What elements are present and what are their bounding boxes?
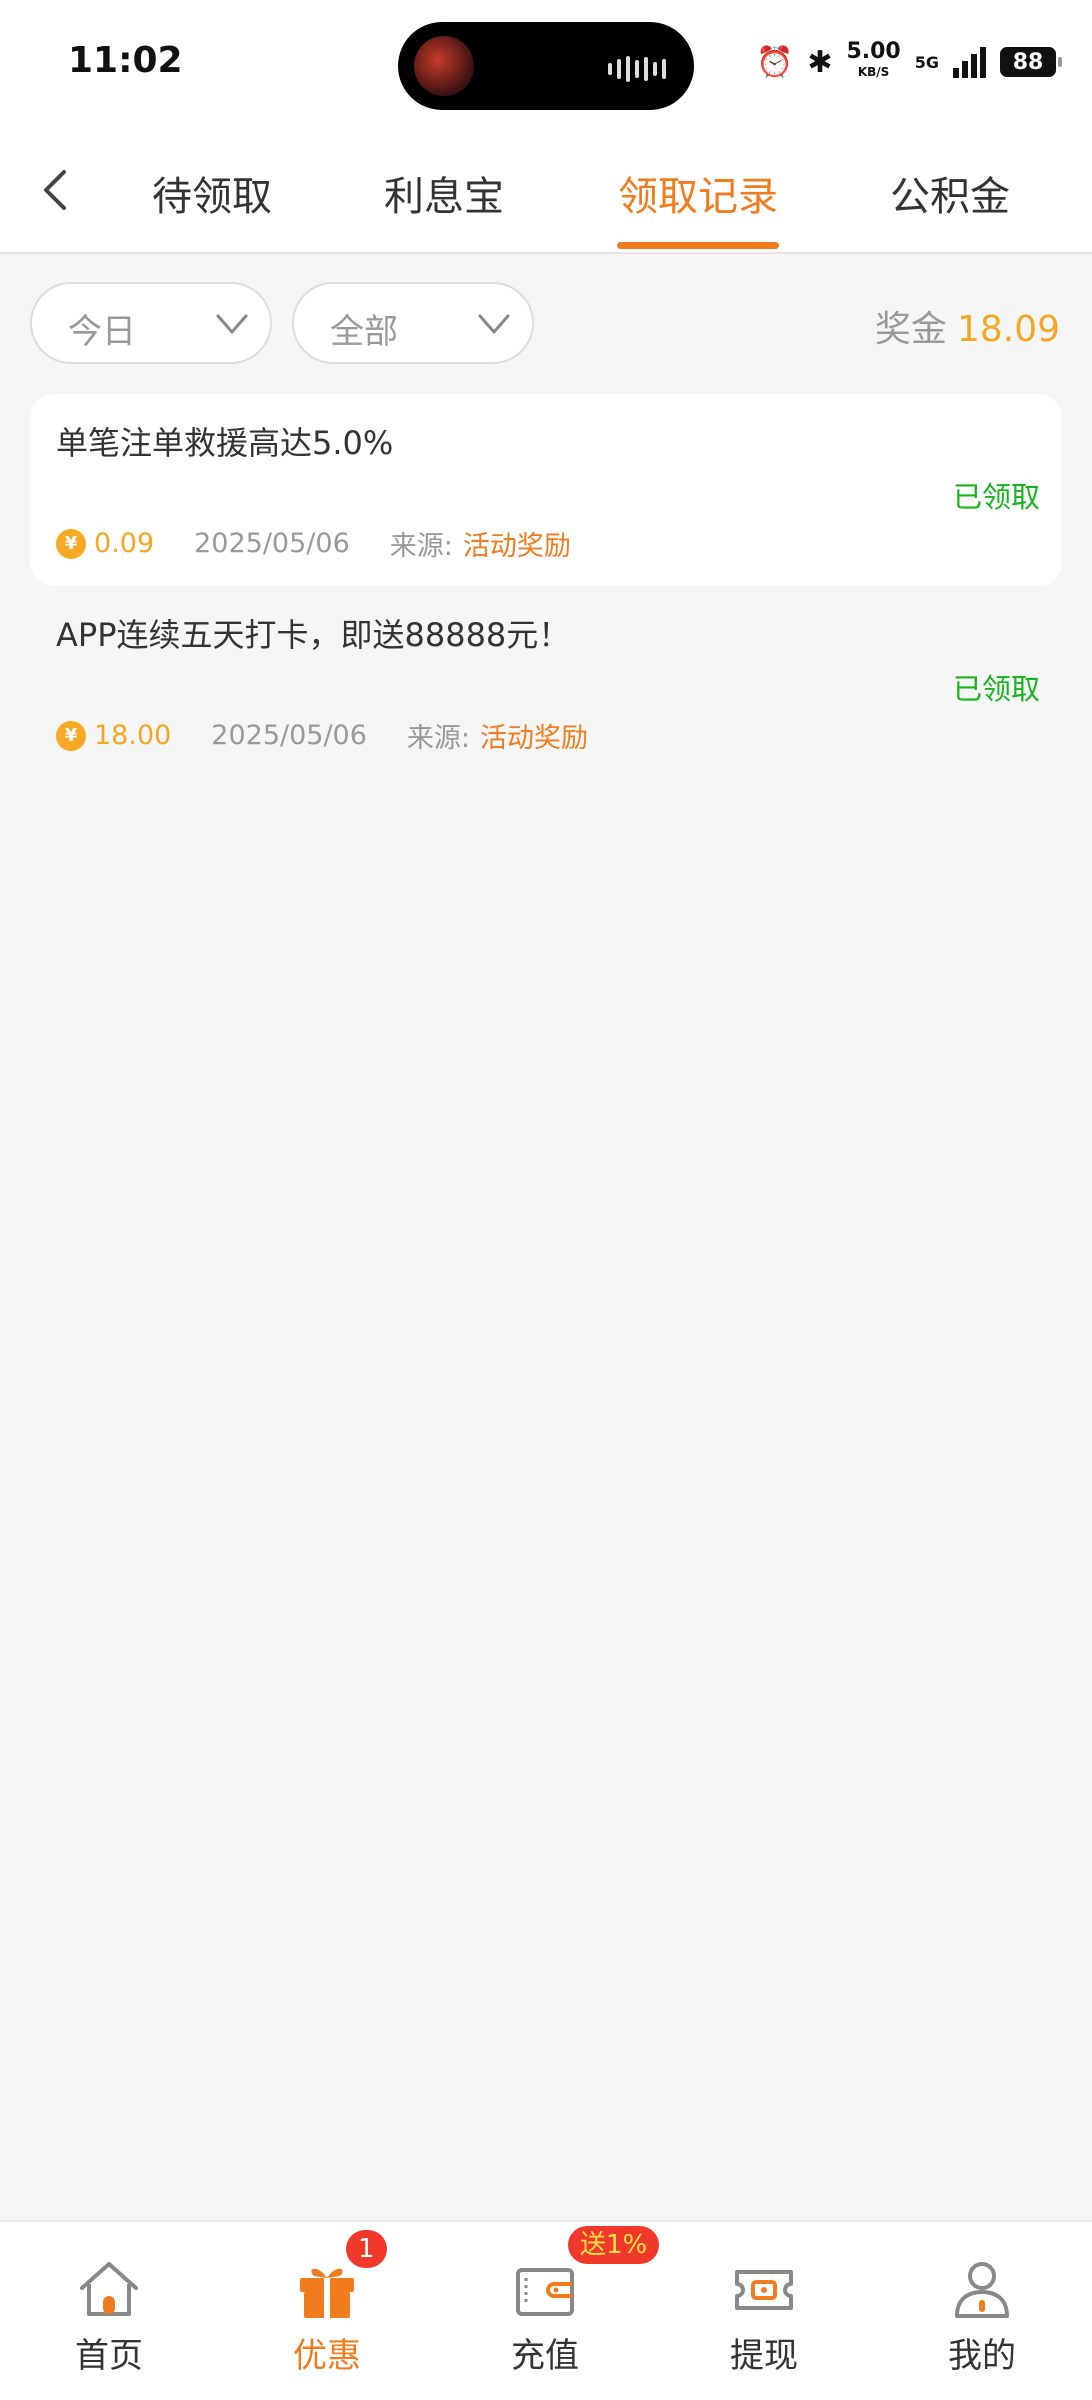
coin-icon: ¥ bbox=[56, 528, 86, 559]
signal-icon bbox=[953, 46, 986, 78]
record-status: 已领取 bbox=[952, 480, 1040, 514]
active-tab-indicator bbox=[617, 242, 779, 249]
audio-wave-icon bbox=[608, 56, 666, 82]
record-meta: ¥ 18.00 2025/05/06 来源: 活动奖励 bbox=[56, 716, 588, 755]
alarm-icon: ⏰ bbox=[755, 44, 794, 80]
record-card[interactable]: 单笔注单救援高达5.0% 已领取 ¥ 0.09 2025/05/06 来源: 活… bbox=[30, 394, 1062, 586]
gift-icon bbox=[300, 2268, 354, 2318]
status-time: 11:02 bbox=[68, 40, 183, 81]
network-type: 5G bbox=[914, 52, 939, 72]
tab-interest[interactable]: 利息宝 bbox=[384, 164, 504, 222]
bonus-value: 18.09 bbox=[956, 309, 1060, 350]
record-amount: 0.09 bbox=[94, 528, 155, 559]
record-source: 活动奖励 bbox=[462, 531, 571, 562]
net-speed: 5.00 KB/S bbox=[846, 39, 901, 80]
record-meta: ¥ 0.09 2025/05/06 来源: 活动奖励 bbox=[56, 524, 571, 563]
tab-pending[interactable]: 待领取 bbox=[152, 164, 272, 222]
profile-icon bbox=[955, 2262, 1009, 2318]
status-bar: 11:02 ⏰ ✱ 5.00 KB/S 5G 88 bbox=[0, 0, 1092, 130]
coin-icon: ¥ bbox=[56, 720, 86, 751]
withdraw-icon bbox=[735, 2270, 793, 2310]
nav-home-label: 首页 bbox=[75, 2336, 143, 2376]
nav-home[interactable]: 首页 bbox=[49, 2254, 169, 2377]
back-arrow-icon[interactable] bbox=[36, 160, 76, 220]
record-status: 已领取 bbox=[952, 672, 1040, 706]
type-filter-value: 全部 bbox=[330, 312, 398, 352]
record-source-label: 来源: bbox=[406, 723, 471, 754]
nav-promotions-label: 优惠 bbox=[293, 2336, 361, 2376]
bluetooth-icon: ✱ bbox=[807, 44, 833, 80]
nav-profile[interactable]: 我的 bbox=[922, 2254, 1042, 2377]
tab-claim-records[interactable]: 领取记录 bbox=[618, 164, 778, 222]
top-tab-bar: 待领取 利息宝 领取记录 公积金 bbox=[0, 130, 1092, 254]
wallet-icon bbox=[516, 2268, 574, 2316]
type-filter-dropdown[interactable]: 全部 bbox=[292, 282, 534, 364]
bonus-label: 奖金 bbox=[874, 309, 947, 350]
bottom-nav: 首页 优惠 1 充值 送1% 提现 我的 bbox=[0, 2220, 1092, 2400]
nav-deposit-label: 充值 bbox=[511, 2336, 579, 2376]
media-artwork-icon bbox=[414, 36, 474, 96]
nav-withdraw-label: 提现 bbox=[730, 2336, 798, 2376]
nav-deposit[interactable]: 充值 bbox=[485, 2254, 605, 2377]
date-filter-value: 今日 bbox=[68, 312, 136, 352]
dynamic-island[interactable] bbox=[398, 22, 694, 110]
nav-withdraw[interactable]: 提现 bbox=[704, 2254, 824, 2377]
nav-profile-label: 我的 bbox=[948, 2336, 1016, 2376]
battery-icon: 88 bbox=[1000, 47, 1062, 77]
home-icon bbox=[80, 2262, 138, 2316]
date-filter-dropdown[interactable]: 今日 bbox=[30, 282, 272, 364]
nav-promotions[interactable]: 优惠 bbox=[267, 2254, 387, 2377]
deposit-bonus-badge: 送1% bbox=[568, 2226, 660, 2264]
record-source: 活动奖励 bbox=[480, 723, 589, 754]
record-amount: 18.00 bbox=[94, 720, 172, 751]
chevron-down-icon bbox=[478, 314, 510, 334]
chevron-down-icon bbox=[216, 314, 248, 334]
tab-provident-fund[interactable]: 公积金 bbox=[890, 164, 1010, 222]
bonus-total: 奖金 18.09 bbox=[875, 300, 1060, 352]
record-title: APP连续五天打卡，即送88888元！ bbox=[56, 616, 571, 654]
promotions-badge: 1 bbox=[346, 2230, 387, 2268]
record-card[interactable]: APP连续五天打卡，即送88888元！ 已领取 ¥ 18.00 2025/05/… bbox=[30, 586, 1062, 778]
record-source-label: 来源: bbox=[389, 531, 453, 562]
status-icons: ⏰ ✱ 5.00 KB/S 5G 88 bbox=[755, 39, 1062, 82]
record-title: 单笔注单救援高达5.0% bbox=[56, 424, 394, 462]
record-date: 2025/05/06 bbox=[194, 528, 350, 559]
record-date: 2025/05/06 bbox=[211, 720, 367, 751]
